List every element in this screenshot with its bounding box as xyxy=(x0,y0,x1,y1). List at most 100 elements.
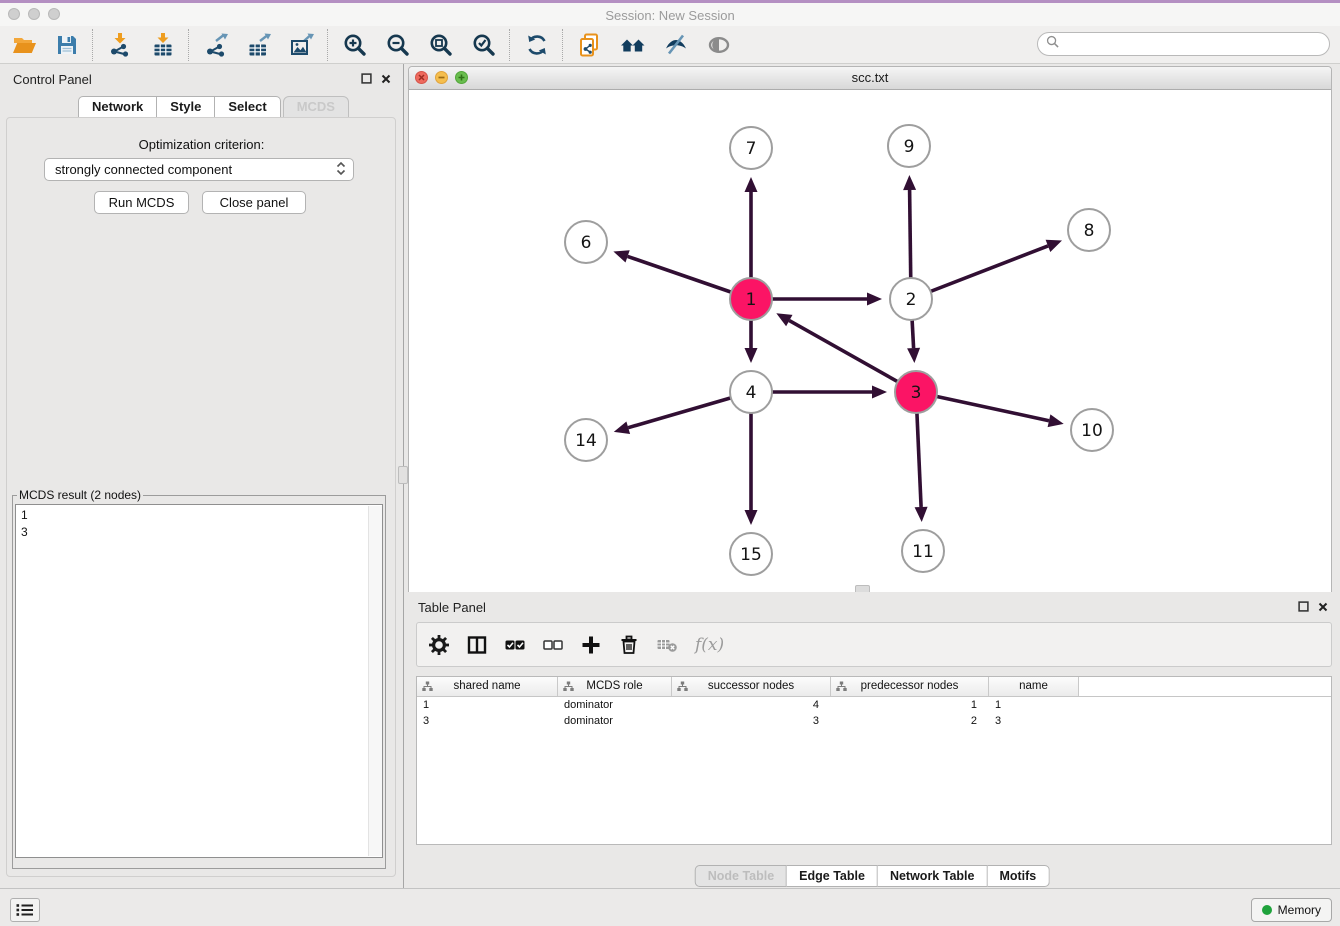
table-cell[interactable]: dominator xyxy=(558,713,672,729)
graph-edge-3-10[interactable] xyxy=(916,392,1064,427)
search-input[interactable] xyxy=(1064,34,1329,54)
control-panel-title: Control Panel xyxy=(13,72,92,87)
svg-text:8: 8 xyxy=(1084,221,1095,241)
graph-node-11[interactable]: 11 xyxy=(902,530,944,572)
export-image-icon[interactable] xyxy=(288,31,315,58)
float-table-panel-icon[interactable] xyxy=(1298,601,1309,612)
table-body: 1dominator4113dominator323 xyxy=(417,697,1331,729)
float-panel-icon[interactable] xyxy=(361,73,372,84)
graph-node-3[interactable]: 3 xyxy=(895,371,937,413)
zoom-out-icon[interactable] xyxy=(384,31,411,58)
refresh-icon[interactable] xyxy=(523,31,550,58)
graph-node-4[interactable]: 4 xyxy=(730,371,772,413)
svg-text:10: 10 xyxy=(1081,421,1103,441)
memory-label: Memory xyxy=(1278,903,1321,917)
table-tabs: Node Table Edge Table Network Table Moti… xyxy=(695,865,1050,887)
graph-node-14[interactable]: 14 xyxy=(565,419,607,461)
column-header-name[interactable]: name xyxy=(989,677,1079,696)
delete-table-icon[interactable] xyxy=(655,633,679,657)
close-panel-icon[interactable] xyxy=(381,74,391,84)
zoom-in-icon[interactable] xyxy=(341,31,368,58)
table-cell[interactable]: 3 xyxy=(989,713,1079,729)
split-panel-icon[interactable] xyxy=(465,633,489,657)
optimization-criterion-label: Optimization criterion: xyxy=(0,137,403,152)
close-table-panel-icon[interactable] xyxy=(1318,602,1328,612)
tab-motifs[interactable]: Motifs xyxy=(987,865,1049,887)
graph-node-9[interactable]: 9 xyxy=(888,125,930,167)
export-network-icon[interactable] xyxy=(202,31,229,58)
table-cell[interactable]: dominator xyxy=(558,697,672,713)
column-header-mcds-role[interactable]: MCDS role xyxy=(558,677,672,696)
network-view-window: scc.txt 1 2 3 4 6 7 8 9 10 11 14 15 xyxy=(408,66,1332,592)
first-neighbors-icon[interactable] xyxy=(619,31,646,58)
memory-button[interactable]: Memory xyxy=(1251,898,1332,922)
column-header-successor-nodes[interactable]: successor nodes xyxy=(672,677,831,696)
save-session-icon[interactable] xyxy=(53,31,80,58)
import-network-icon[interactable] xyxy=(106,31,133,58)
import-table-icon[interactable] xyxy=(149,31,176,58)
network-canvas[interactable]: 1 2 3 4 6 7 8 9 10 11 14 15 xyxy=(409,90,1331,593)
vertical-splitter-grip[interactable] xyxy=(398,466,408,484)
table-row[interactable]: 1dominator411 xyxy=(417,697,1331,713)
tab-mcds[interactable]: MCDS xyxy=(283,96,349,118)
mcds-result-area[interactable]: 1 3 xyxy=(15,504,383,858)
table-cell[interactable]: 1 xyxy=(831,697,989,713)
network-graph[interactable]: 1 2 3 4 6 7 8 9 10 11 14 15 xyxy=(409,90,1331,593)
graph-node-6[interactable]: 6 xyxy=(565,221,607,263)
column-header-predecessor-nodes[interactable]: predecessor nodes xyxy=(831,677,989,696)
column-header-shared-name[interactable]: shared name xyxy=(417,677,558,696)
search-box[interactable] xyxy=(1037,32,1330,56)
close-panel-button[interactable]: Close panel xyxy=(202,191,306,214)
table-cell[interactable]: 2 xyxy=(831,713,989,729)
memory-status-dot xyxy=(1262,905,1272,915)
table-cell[interactable]: 3 xyxy=(417,713,558,729)
select-all-icon[interactable] xyxy=(503,633,527,657)
tab-select[interactable]: Select xyxy=(215,96,280,118)
criterion-select[interactable]: strongly connected component xyxy=(44,158,354,181)
zoom-selected-icon[interactable] xyxy=(470,31,497,58)
tab-style[interactable]: Style xyxy=(157,96,215,118)
svg-text:9: 9 xyxy=(904,137,915,157)
run-mcds-button[interactable]: Run MCDS xyxy=(94,191,189,214)
graph-edge-3-1[interactable] xyxy=(776,313,916,392)
graph-edge-2-8[interactable] xyxy=(911,240,1062,299)
open-session-icon[interactable] xyxy=(10,31,37,58)
graph-node-8[interactable]: 8 xyxy=(1068,209,1110,251)
zoom-fit-icon[interactable] xyxy=(427,31,454,58)
list-icon xyxy=(16,903,34,917)
network-window-titlebar[interactable]: scc.txt xyxy=(409,67,1331,90)
deselect-all-icon[interactable] xyxy=(541,633,565,657)
graph-node-7[interactable]: 7 xyxy=(730,127,772,169)
result-scrollbar[interactable] xyxy=(368,506,382,856)
table-cell[interactable]: 4 xyxy=(672,697,831,713)
delete-row-icon[interactable] xyxy=(617,633,641,657)
criterion-value: strongly connected component xyxy=(45,162,336,177)
add-row-icon[interactable] xyxy=(579,633,603,657)
graph-node-10[interactable]: 10 xyxy=(1071,409,1113,451)
control-panel-tabs: Network Style Select MCDS xyxy=(78,96,349,118)
table-row[interactable]: 3dominator323 xyxy=(417,713,1331,729)
tab-network[interactable]: Network xyxy=(78,96,157,118)
toolbar-separator xyxy=(188,29,190,61)
clone-network-icon[interactable] xyxy=(576,31,603,58)
hierarchy-icon xyxy=(677,681,688,692)
svg-text:14: 14 xyxy=(575,431,597,451)
table-cell[interactable]: 3 xyxy=(672,713,831,729)
task-history-button[interactable] xyxy=(10,898,40,922)
graph-node-15[interactable]: 15 xyxy=(730,533,772,575)
tab-network-table[interactable]: Network Table xyxy=(878,865,988,887)
network-window-title: scc.txt xyxy=(409,70,1331,85)
export-table-icon[interactable] xyxy=(245,31,272,58)
table-cell[interactable]: 1 xyxy=(417,697,558,713)
column-settings-icon[interactable] xyxy=(427,633,451,657)
tab-node-table[interactable]: Node Table xyxy=(695,865,787,887)
table-cell[interactable]: 1 xyxy=(989,697,1079,713)
svg-text:6: 6 xyxy=(581,233,592,253)
graph-node-2[interactable]: 2 xyxy=(890,278,932,320)
mcds-result-text[interactable]: 1 3 xyxy=(16,505,382,541)
hide-selected-icon[interactable] xyxy=(662,31,689,58)
graph-node-1[interactable]: 1 xyxy=(730,278,772,320)
function-builder-icon[interactable]: f(x) xyxy=(695,635,724,655)
show-all-icon[interactable] xyxy=(705,31,732,58)
tab-edge-table[interactable]: Edge Table xyxy=(787,865,878,887)
